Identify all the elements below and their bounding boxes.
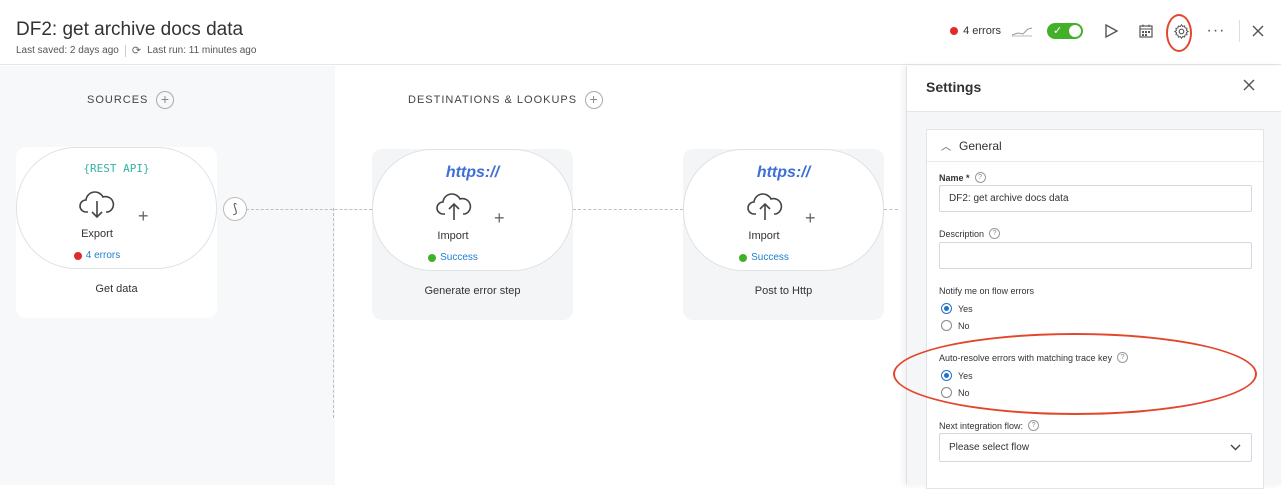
- flow-title[interactable]: DF2: get archive docs data: [16, 19, 243, 41]
- flow-header: DF2: get archive docs data Last saved: 2…: [0, 0, 1281, 65]
- destinations-label: DESTINATIONS & LOOKUPS: [408, 94, 578, 106]
- panel-title: Settings: [926, 79, 982, 95]
- error-dot-icon: [73, 251, 82, 260]
- add-step-icon[interactable]: +: [138, 206, 149, 227]
- help-icon[interactable]: ?: [989, 228, 1001, 239]
- calendar-icon: [1139, 24, 1153, 38]
- radio-label: No: [958, 320, 970, 331]
- highlight-ellipse: [893, 333, 1257, 415]
- help-icon[interactable]: ?: [1028, 420, 1040, 431]
- flow-meta: Last saved: 2 days ago ⟳ Last run: 11 mi…: [16, 44, 256, 57]
- notify-label-row: Notify me on flow errors: [939, 286, 1034, 296]
- step-type: Export: [81, 228, 113, 240]
- divider: [1239, 20, 1240, 42]
- schedule-button[interactable]: [1134, 19, 1158, 43]
- close-panel-button[interactable]: [1243, 78, 1255, 96]
- destinations-heading: DESTINATIONS & LOOKUPS +: [408, 91, 604, 109]
- next-flow-select[interactable]: Please select flow: [939, 433, 1252, 462]
- add-source-button[interactable]: +: [156, 91, 175, 109]
- name-field[interactable]: DF2: get archive docs data: [939, 185, 1252, 212]
- status-text: 4 errors: [85, 250, 121, 261]
- close-flow-button[interactable]: [1246, 19, 1270, 43]
- radio-selected-icon[interactable]: [941, 303, 952, 314]
- add-destination-button[interactable]: +: [585, 91, 604, 109]
- header-actions: 4 errors ✓ ···: [950, 14, 1281, 52]
- notify-label: Notify me on flow errors: [939, 286, 1035, 296]
- next-flow-label-row: Next integration flow: ?: [939, 420, 1040, 431]
- next-flow-label: Next integration flow:: [939, 420, 1024, 431]
- step-card-post-to-http[interactable]: https:// + Import Success Post to Http: [683, 149, 884, 320]
- connector-line: [333, 208, 334, 418]
- cloud-upload-icon: [436, 193, 472, 220]
- close-icon: [1252, 25, 1264, 37]
- general-section: ︿ General Name * ? DF2: get archive docs…: [926, 129, 1264, 489]
- rest-api-logo: {REST API}: [83, 162, 150, 175]
- success-dot-icon: [739, 253, 748, 262]
- add-step-icon[interactable]: +: [805, 208, 816, 229]
- https-logo: https://: [756, 164, 811, 181]
- add-step-icon[interactable]: +: [494, 208, 505, 229]
- flow-enable-toggle[interactable]: ✓: [1047, 23, 1083, 39]
- radio-icon[interactable]: [941, 320, 952, 331]
- select-value: Please select flow: [949, 442, 1030, 453]
- refresh-icon: ⟳: [131, 45, 142, 57]
- flow-canvas: SOURCES + DESTINATIONS & LOOKUPS + {REST…: [0, 66, 906, 485]
- play-icon: [1105, 23, 1119, 39]
- step-name: Generate error step: [424, 285, 521, 297]
- close-icon: [1243, 79, 1255, 91]
- help-icon[interactable]: ?: [974, 172, 986, 183]
- cloud-upload-icon: [747, 193, 783, 220]
- radio-label: Yes: [958, 303, 973, 314]
- step-status[interactable]: Success: [684, 252, 844, 263]
- sources-label: SOURCES: [87, 94, 149, 106]
- sources-heading: SOURCES +: [87, 91, 175, 109]
- name-label: Name *: [939, 172, 970, 183]
- description-field[interactable]: [939, 242, 1252, 269]
- status-text: Success: [751, 252, 789, 263]
- divider: [124, 44, 126, 57]
- success-dot-icon: [428, 253, 437, 262]
- https-logo: https://: [445, 164, 500, 181]
- notify-yes-option[interactable]: Yes: [941, 303, 973, 314]
- step-card-get-data[interactable]: {REST API} + Export 4 errors Get data: [16, 147, 217, 318]
- last-run: Last run: 11 minutes ago: [147, 45, 257, 56]
- step-bubble[interactable]: https:// + Import Success: [372, 149, 573, 271]
- errors-badge[interactable]: 4 errors: [950, 25, 1001, 37]
- check-icon: ✓: [1053, 25, 1063, 37]
- error-dot-icon: [950, 27, 959, 35]
- step-status[interactable]: 4 errors: [17, 250, 177, 261]
- cloud-download-icon: [79, 191, 115, 219]
- notify-no-option[interactable]: No: [941, 320, 970, 331]
- panel-body: ︿ General Name * ? DF2: get archive docs…: [907, 111, 1281, 489]
- step-name: Post to Http: [754, 285, 813, 297]
- chevron-down-icon: [1230, 444, 1241, 451]
- settings-button[interactable]: [1166, 14, 1193, 52]
- toggle-knob: [1069, 25, 1081, 37]
- step-status[interactable]: Success: [373, 252, 533, 263]
- step-bubble[interactable]: {REST API} + Export 4 errors: [16, 147, 217, 269]
- step-bubble[interactable]: https:// + Import Success: [683, 149, 884, 271]
- description-label-row: Description ?: [939, 228, 1001, 239]
- highlight-circle: [1166, 14, 1192, 52]
- run-flow-button[interactable]: [1099, 19, 1123, 43]
- step-name: Get data: [95, 283, 138, 295]
- last-saved: Last saved: 2 days ago: [16, 45, 119, 56]
- errors-count: 4 errors: [963, 25, 1001, 37]
- more-options-icon[interactable]: ···: [1204, 19, 1228, 43]
- connector-line: [246, 209, 372, 210]
- general-section-header[interactable]: ︿ General: [927, 130, 1263, 162]
- section-label: General: [959, 138, 1002, 153]
- connector-line: [573, 209, 683, 210]
- name-label-row: Name * ?: [939, 172, 986, 183]
- step-type: Import: [748, 230, 780, 242]
- connector-line: [884, 209, 898, 210]
- step-card-generate-error[interactable]: https:// + Import Success Generate error…: [372, 149, 573, 320]
- settings-panel: Settings ︿ General Name * ? DF2: get arc…: [906, 66, 1281, 489]
- status-text: Success: [440, 252, 478, 263]
- chevron-up-icon: ︿: [941, 142, 951, 153]
- sparkline-icon[interactable]: [1011, 25, 1033, 37]
- step-type: Import: [437, 230, 469, 242]
- description-label: Description: [939, 228, 985, 239]
- hook-icon[interactable]: ⟆: [223, 197, 247, 221]
